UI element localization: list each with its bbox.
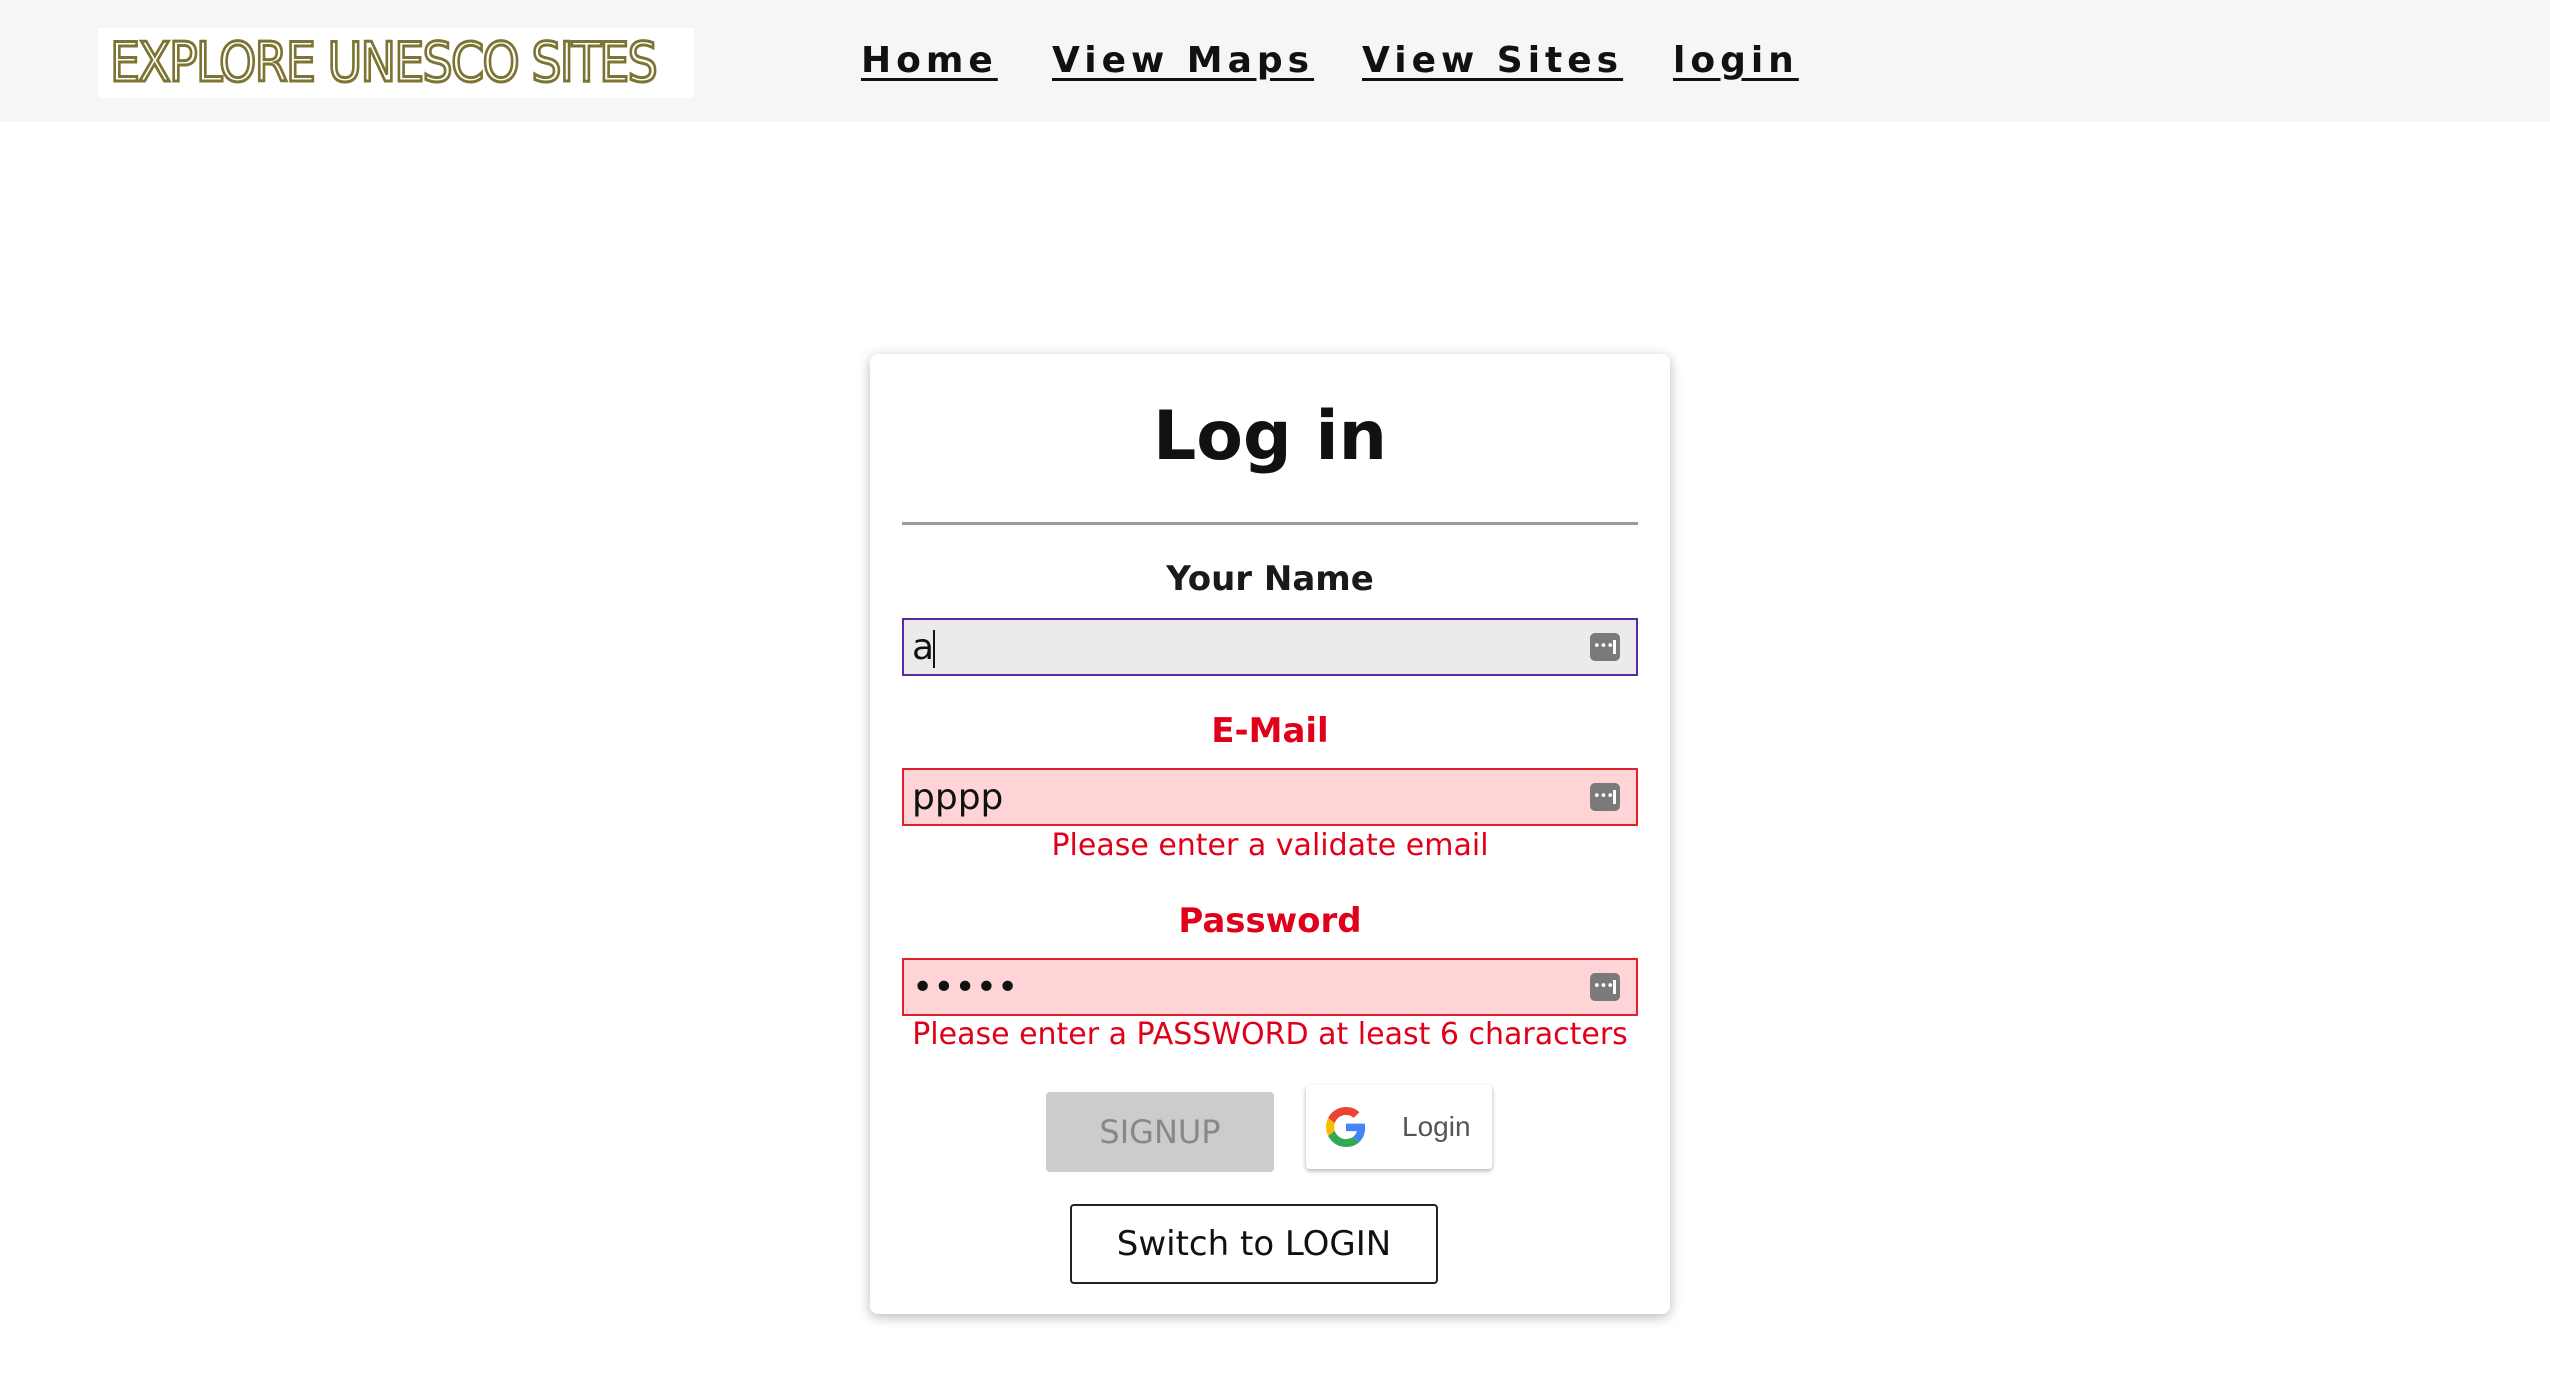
text-caret <box>933 630 935 668</box>
name-label: Your Name <box>1166 559 1374 599</box>
nav-link-login[interactable]: login <box>1673 36 1799 86</box>
switch-to-login-button[interactable]: Switch to LOGIN <box>1070 1204 1438 1284</box>
name-input[interactable] <box>904 620 1636 674</box>
password-error-message: Please enter a PASSWORD at least 6 chara… <box>912 1017 1628 1052</box>
site-logo[interactable]: EXPLORE UNESCO SITES <box>109 28 659 98</box>
page-title: Log in <box>1152 397 1388 476</box>
google-g-icon <box>1326 1107 1366 1147</box>
password-key-icon[interactable] <box>1590 783 1620 811</box>
name-field-wrapper <box>902 618 1638 676</box>
password-field-wrapper <box>902 958 1638 1016</box>
login-card: Log in Your Name E-Mail Please enter a v… <box>870 354 1670 1314</box>
email-label: E-Mail <box>1211 711 1329 751</box>
signup-button[interactable]: SIGNUP <box>1046 1092 1274 1172</box>
email-error-message: Please enter a validate email <box>1051 828 1489 863</box>
email-input[interactable] <box>904 770 1636 824</box>
nav-link-view-sites[interactable]: View Sites <box>1362 36 1623 86</box>
title-divider <box>902 522 1638 525</box>
password-key-icon[interactable] <box>1590 973 1620 1001</box>
google-login-button[interactable]: Login <box>1306 1085 1492 1169</box>
google-login-label: Login <box>1402 1111 1471 1142</box>
password-input[interactable] <box>904 960 1636 1014</box>
nav-link-view-maps[interactable]: View Maps <box>1052 36 1314 86</box>
password-label: Password <box>1178 901 1362 941</box>
email-field-wrapper <box>902 768 1638 826</box>
nav-link-home[interactable]: Home <box>861 36 998 86</box>
top-navbar: EXPLORE UNESCO SITES Home View Maps View… <box>0 0 2550 122</box>
password-key-icon[interactable] <box>1590 633 1620 661</box>
